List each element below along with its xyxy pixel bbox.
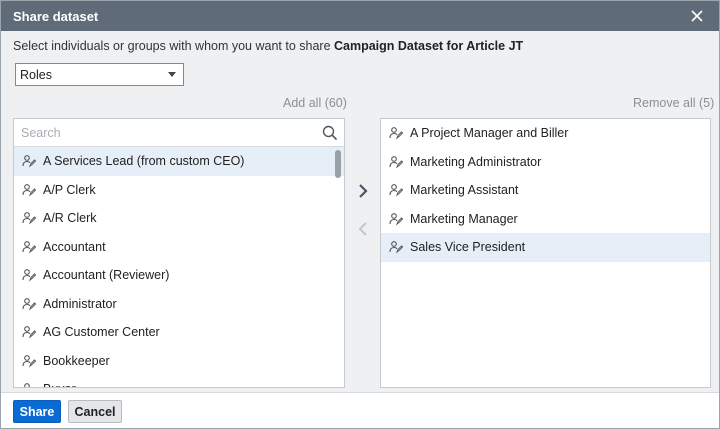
- available-role-item[interactable]: Buyer: [14, 375, 344, 387]
- available-items-list: A Services Lead (from custom CEO) A/P Cle…: [14, 147, 344, 387]
- shared-role-item-label: Marketing Administrator: [410, 154, 542, 169]
- add-all-link[interactable]: Add all (60): [283, 96, 347, 110]
- scrollbar[interactable]: [335, 150, 341, 178]
- instruction-text: Select individuals or groups with whom y…: [13, 39, 523, 53]
- share-dataset-dialog: Share dataset Select individuals or grou…: [0, 0, 720, 429]
- role-icon: [22, 354, 37, 368]
- cancel-button[interactable]: Cancel: [68, 400, 122, 423]
- role-icon: [22, 240, 37, 254]
- available-role-item[interactable]: A/P Clerk: [14, 176, 344, 205]
- available-role-item[interactable]: Bookkeeper: [14, 347, 344, 376]
- shared-list-panel: A Project Manager and Biller Marketing Ad…: [380, 118, 711, 388]
- available-role-item[interactable]: A Services Lead (from custom CEO): [14, 147, 344, 176]
- available-role-item-label: A/P Clerk: [43, 182, 96, 197]
- role-icon: [22, 183, 37, 197]
- remove-all-link[interactable]: Remove all (5): [633, 96, 714, 110]
- available-role-item[interactable]: Accountant (Reviewer): [14, 261, 344, 290]
- instruction-prefix: Select individuals or groups with whom y…: [13, 39, 334, 53]
- available-role-item[interactable]: Accountant: [14, 233, 344, 262]
- role-icon: [389, 155, 404, 169]
- share-type-value: Roles: [20, 67, 52, 82]
- chevron-down-icon: [168, 72, 176, 77]
- dialog-title: Share dataset: [13, 8, 99, 24]
- shared-role-item-label: A Project Manager and Biller: [410, 126, 569, 141]
- role-icon: [22, 154, 37, 168]
- dialog-titlebar: Share dataset: [1, 1, 719, 31]
- shared-role-item-label: Marketing Manager: [410, 211, 518, 226]
- role-icon: [22, 297, 37, 311]
- shared-role-item-label: Marketing Assistant: [410, 183, 519, 198]
- dialog-footer: Share Cancel: [1, 392, 719, 428]
- available-role-item-label: A Services Lead (from custom CEO): [43, 154, 245, 169]
- available-role-item-label: Administrator: [43, 296, 117, 311]
- shared-role-item[interactable]: Sales Vice President: [381, 233, 710, 262]
- available-role-item[interactable]: AG Customer Center: [14, 318, 344, 347]
- available-list-panel: Search A Services Lead (from custom CEO)…: [13, 118, 345, 388]
- share-type-select[interactable]: Roles: [15, 63, 184, 86]
- role-icon: [22, 211, 37, 225]
- chevron-right-icon[interactable]: [355, 183, 371, 199]
- available-role-item[interactable]: Administrator: [14, 290, 344, 319]
- shared-role-item[interactable]: A Project Manager and Biller: [381, 119, 710, 148]
- shared-items-list: A Project Manager and Biller Marketing Ad…: [381, 119, 710, 262]
- search-icon[interactable]: [322, 125, 338, 141]
- role-icon: [389, 126, 404, 140]
- search-input[interactable]: Search: [14, 119, 344, 147]
- available-role-item[interactable]: A/R Clerk: [14, 204, 344, 233]
- role-icon: [389, 183, 404, 197]
- dialog-content: Select individuals or groups with whom y…: [1, 31, 719, 392]
- available-role-item-label: AG Customer Center: [43, 325, 160, 340]
- shared-role-item[interactable]: Marketing Assistant: [381, 176, 710, 205]
- role-icon: [389, 212, 404, 226]
- shared-role-item[interactable]: Marketing Administrator: [381, 148, 710, 177]
- available-role-item-label: Accountant: [43, 239, 106, 254]
- close-icon[interactable]: [687, 6, 707, 26]
- role-icon: [22, 268, 37, 282]
- available-role-item-label: Accountant (Reviewer): [43, 268, 170, 283]
- available-role-item-label: A/R Clerk: [43, 211, 97, 226]
- role-icon: [389, 240, 404, 254]
- shared-role-item-label: Sales Vice President: [410, 240, 526, 255]
- available-role-item-label: Bookkeeper: [43, 353, 110, 368]
- role-icon: [22, 382, 36, 387]
- search-placeholder: Search: [21, 125, 61, 140]
- share-button[interactable]: Share: [13, 400, 61, 423]
- dataset-name: Campaign Dataset for Article JT: [334, 39, 524, 53]
- role-icon: [22, 325, 37, 339]
- shared-role-item[interactable]: Marketing Manager: [381, 205, 710, 234]
- chevron-left-icon[interactable]: [355, 221, 371, 237]
- available-role-item-label: Buyer: [43, 382, 76, 387]
